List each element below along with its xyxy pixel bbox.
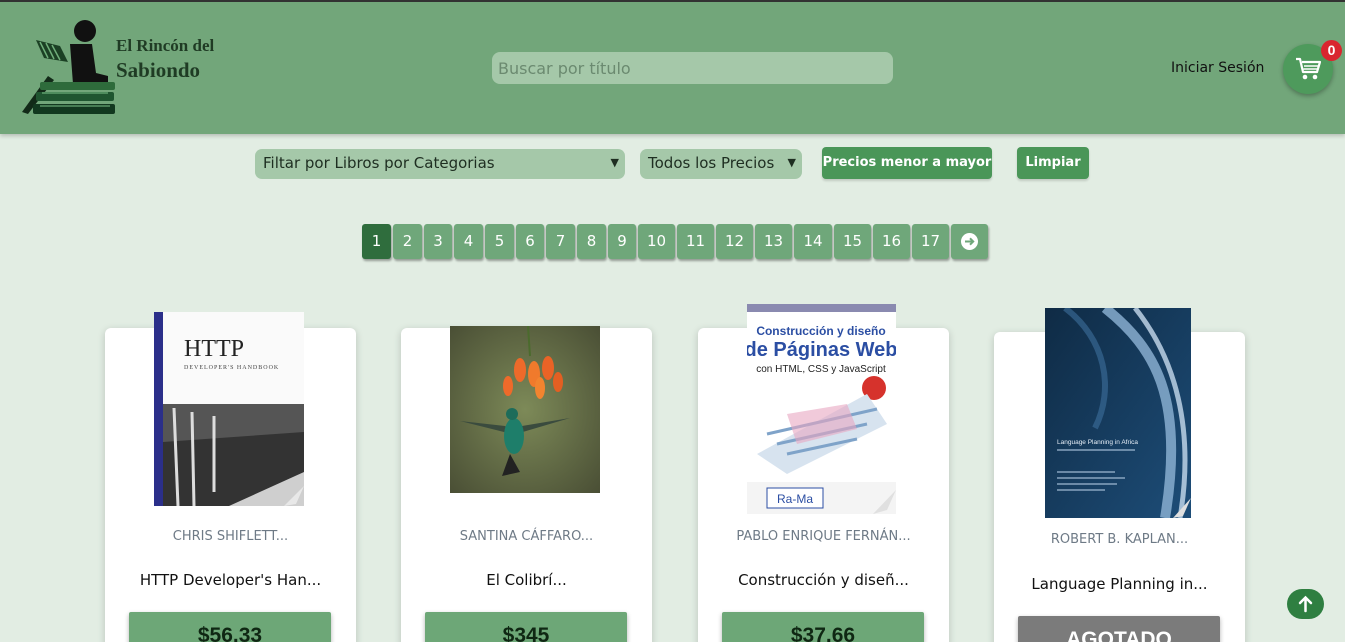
- book-author: ROBERT B. KAPLAN...: [1050, 532, 1189, 547]
- scroll-to-top-button[interactable]: [1287, 589, 1324, 619]
- book-title: Language Planning in...: [1031, 575, 1208, 593]
- next-page-button[interactable]: [951, 224, 988, 259]
- price-filter-value: Todos los Precios: [648, 154, 775, 172]
- site-logo[interactable]: El Rincón del Sabiondo: [18, 18, 228, 118]
- page-button-6[interactable]: 6: [516, 224, 544, 259]
- page-button-7[interactable]: 7: [546, 224, 575, 259]
- cart-count-badge: 0: [1321, 40, 1342, 61]
- book-title: Construcción y diseñ...: [738, 571, 909, 589]
- book-price-button[interactable]: $345: [425, 612, 627, 642]
- cover-title: Language Planning in Africa: [1057, 439, 1138, 446]
- cover-publisher: Ra-Ma: [777, 492, 813, 506]
- page-button-14[interactable]: 14: [794, 224, 832, 259]
- cover-subtitle: DEVELOPER'S HANDBOOK: [184, 365, 279, 371]
- page-button-17[interactable]: 17: [912, 224, 949, 259]
- book-title: El Colibrí...: [486, 571, 567, 589]
- reader-logo-icon: [22, 20, 115, 114]
- book-title: HTTP Developer's Han...: [139, 571, 322, 589]
- category-filter-value: Filtar por Libros por Categorias: [263, 154, 495, 172]
- search-input[interactable]: [492, 52, 893, 84]
- price-filter-select[interactable]: Todos los Precios ▼: [640, 149, 802, 179]
- page-button-11[interactable]: 11: [677, 224, 714, 259]
- cart-icon: [1296, 57, 1321, 80]
- cover-title: HTTP: [184, 336, 244, 362]
- book-author: CHRIS SHIFLETT...: [172, 529, 289, 544]
- cover-line2: de Páginas Web: [747, 339, 896, 361]
- book-cover-image[interactable]: Language Planning in Africa: [1045, 308, 1191, 518]
- book-card[interactable]: SANTINA CÁFFARO... El Colibrí... $345: [401, 326, 652, 642]
- site-header: El Rincón del Sabiondo Iniciar Sesión 0: [0, 2, 1345, 134]
- arrow-up-icon: [1298, 595, 1313, 613]
- book-card[interactable]: Language Planning in Africa ROBERT B. KA…: [994, 308, 1245, 642]
- page-button-4[interactable]: 4: [454, 224, 483, 259]
- book-card[interactable]: Construcción y diseño de Páginas Web con…: [698, 304, 949, 642]
- cover-line3: con HTML, CSS y JavaScript: [756, 364, 886, 375]
- page-button-8[interactable]: 8: [577, 224, 606, 259]
- sold-out-badge: AGOTADO: [1018, 616, 1220, 642]
- page-button-1[interactable]: 1: [362, 224, 391, 259]
- page-button-3[interactable]: 3: [424, 224, 452, 259]
- book-card[interactable]: HTTP DEVELOPER'S HANDBOOK CHRIS SHIFLETT…: [105, 312, 356, 642]
- book-cover-image[interactable]: Construcción y diseño de Páginas Web con…: [747, 304, 896, 514]
- cover-line1: Construcción y diseño: [756, 324, 885, 338]
- book-price-button[interactable]: $37.66: [722, 612, 924, 642]
- book-price-button[interactable]: $56.33: [129, 612, 331, 642]
- page-button-9[interactable]: 9: [608, 224, 636, 259]
- login-link[interactable]: Iniciar Sesión: [1171, 60, 1264, 76]
- clear-filters-button[interactable]: Limpiar: [1017, 147, 1089, 179]
- arrow-right-circle-icon: [961, 233, 978, 250]
- book-author: SANTINA CÁFFARO...: [459, 529, 594, 544]
- category-filter-select[interactable]: Filtar por Libros por Categorias ▼: [255, 149, 625, 179]
- book-author: PABLO ENRIQUE FERNÁN...: [736, 529, 911, 544]
- page-button-16[interactable]: 16: [873, 224, 910, 259]
- sort-price-asc-button[interactable]: Precios menor a mayor: [822, 147, 992, 179]
- page-button-12[interactable]: 12: [716, 224, 753, 259]
- page-button-2[interactable]: 2: [393, 224, 422, 259]
- page-button-10[interactable]: 10: [638, 224, 675, 259]
- page-button-5[interactable]: 5: [485, 224, 514, 259]
- chevron-down-icon: ▼: [787, 156, 796, 169]
- book-cover-image[interactable]: HTTP DEVELOPER'S HANDBOOK: [154, 312, 304, 506]
- book-cover-image[interactable]: [450, 326, 600, 493]
- page-button-15[interactable]: 15: [834, 224, 871, 259]
- logo-text-line1: El Rincón del: [116, 36, 215, 55]
- chevron-down-icon: ▼: [610, 156, 619, 169]
- logo-text-line2: Sabiondo: [116, 58, 201, 82]
- page-button-13[interactable]: 13: [755, 224, 792, 259]
